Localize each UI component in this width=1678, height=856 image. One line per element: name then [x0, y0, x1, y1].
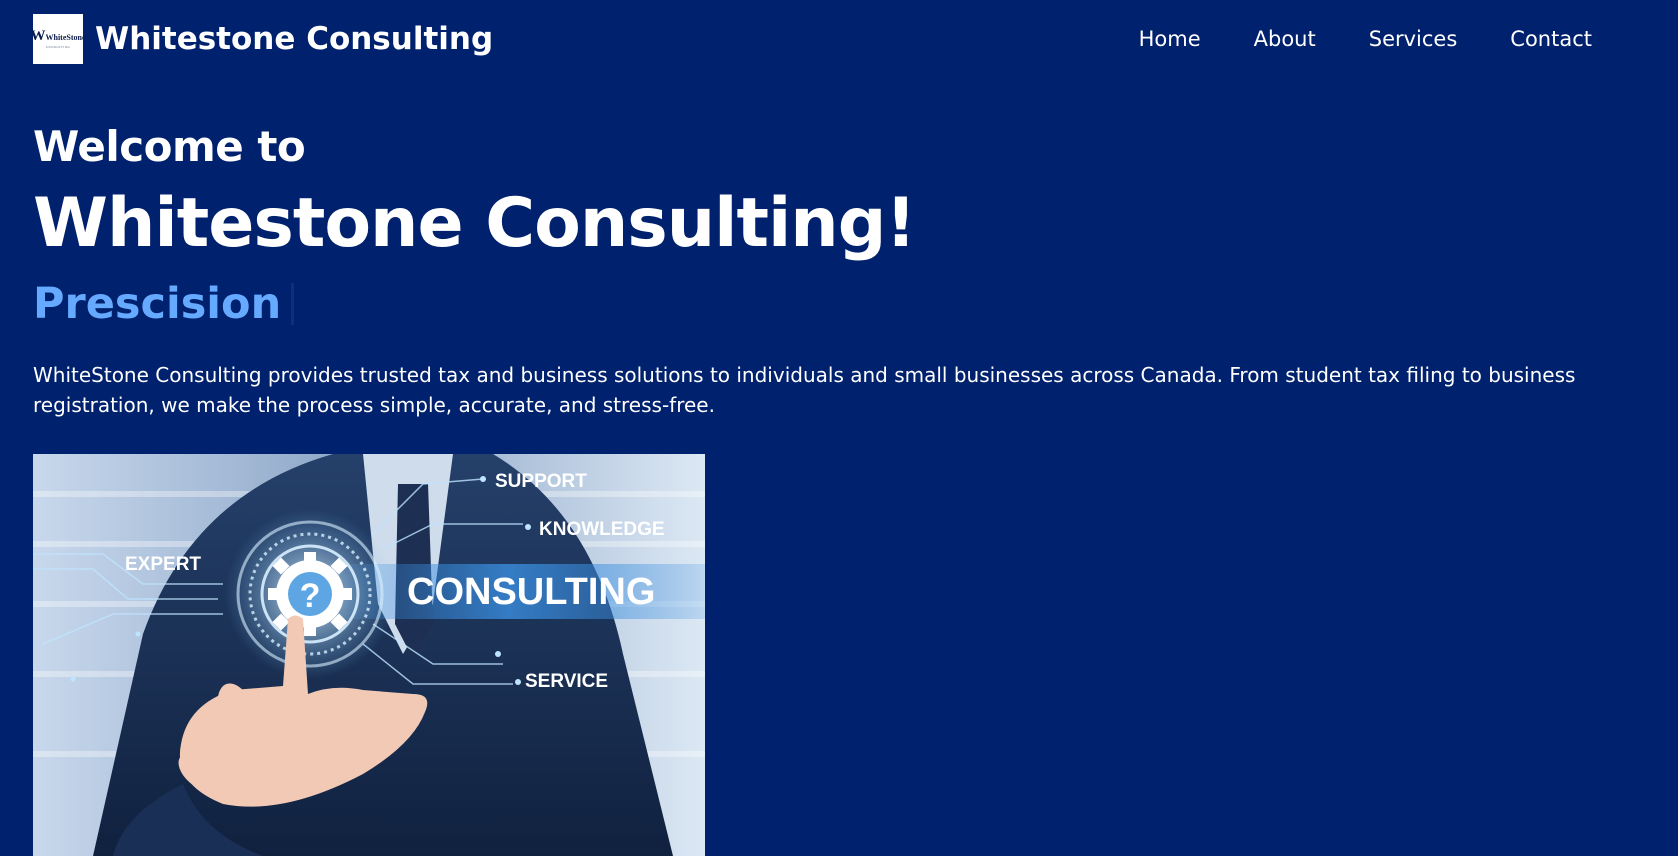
brand-name[interactable]: Whitestone Consulting [95, 18, 493, 60]
consulting-hero-image: ? SUPPORT KNOWLEDGE EXPERT CONSULTING SE… [33, 454, 705, 856]
hero-headline: Whitestone Consulting! [33, 184, 916, 263]
nav-about-link[interactable]: About [1254, 24, 1316, 54]
top-navbar: WWhiteStone CONSULTING Whitestone Consul… [0, 0, 1678, 78]
company-logo[interactable]: WWhiteStone CONSULTING [30, 14, 86, 64]
logo-wordmark: WWhiteStone [30, 28, 86, 44]
main-nav: Home About Services Contact [1139, 24, 1592, 54]
welcome-heading: Welcome to [33, 122, 306, 171]
label-knowledge: KNOWLEDGE [539, 519, 665, 540]
label-support: SUPPORT [495, 471, 587, 492]
intro-paragraph: WhiteStone Consulting provides trusted t… [33, 363, 1576, 417]
nav-contact-link[interactable]: Contact [1510, 24, 1592, 54]
label-consulting: CONSULTING [407, 571, 655, 613]
label-service: SERVICE [525, 671, 608, 692]
nav-services-link[interactable]: Services [1369, 24, 1458, 54]
label-expert: EXPERT [125, 554, 201, 575]
gear-question-mark: ? [300, 577, 321, 615]
typing-cursor [291, 283, 295, 325]
logo-subtitle: CONSULTING [45, 45, 71, 49]
typed-text: Prescision [33, 276, 295, 332]
typed-word: Prescision [33, 279, 282, 329]
nav-home-link[interactable]: Home [1139, 24, 1201, 54]
